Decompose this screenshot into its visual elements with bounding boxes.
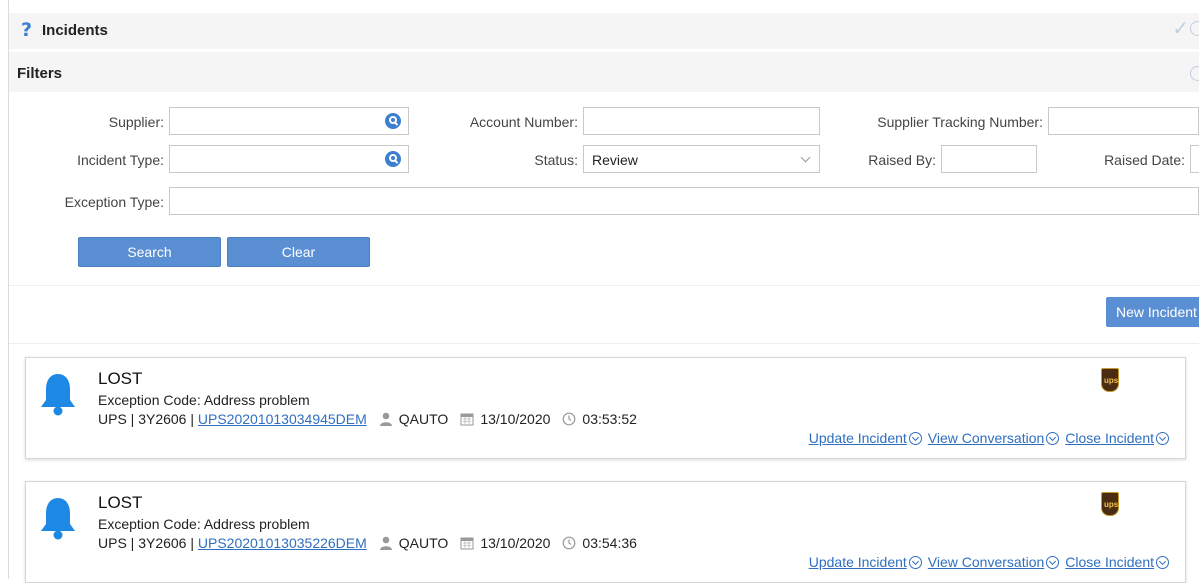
ups-logo-icon: ups [1101, 492, 1119, 516]
raised-date-input[interactable] [1190, 145, 1199, 173]
calendar-icon [460, 413, 474, 426]
exception-type-label: Exception Type: [64, 194, 164, 210]
raised-by-label: Raised By: [868, 152, 936, 168]
incident-time: 03:53:52 [582, 411, 637, 427]
search-button[interactable]: Search [78, 237, 221, 267]
divider [9, 343, 1199, 344]
new-incident-button[interactable]: New Incident [1106, 297, 1199, 327]
incident-meta: UPS | 3Y2606 | UPS20201013034945DEM QAUT… [98, 411, 637, 427]
divider [9, 285, 1199, 286]
incident-title: LOST [98, 369, 143, 388]
status-select[interactable]: Review [583, 145, 820, 173]
check-icon[interactable]: ✓ [1172, 19, 1189, 39]
clock-icon [563, 412, 576, 426]
incident-time: 03:54:36 [582, 535, 637, 551]
incident-type-input[interactable] [169, 145, 409, 173]
update-incident-link[interactable]: Update Incident [809, 554, 922, 570]
account-number-input[interactable] [583, 107, 820, 135]
incident-actions: Update Incident View Conversation Close In… [803, 554, 1169, 570]
incident-meta: UPS | 3Y2606 | UPS20201013035226DEM QAUT… [98, 535, 637, 551]
incident-carrier-info: UPS | 3Y2606 | [98, 411, 198, 427]
filters-header[interactable]: Filters [9, 52, 1199, 92]
raised-by-input[interactable] [941, 145, 1037, 173]
incident-user: QAUTO [398, 535, 449, 551]
incident-card: LOST Exception Code: Address problem UPS… [25, 357, 1186, 459]
clear-button[interactable]: Clear [227, 237, 370, 267]
update-incident-link[interactable]: Update Incident [809, 430, 922, 446]
chevron-circle-icon [908, 556, 922, 569]
supplier-tracking-label: Supplier Tracking Number: [877, 114, 1043, 130]
bell-icon [41, 374, 75, 416]
incident-type-label: Incident Type: [77, 152, 164, 168]
raised-date-label: Raised Date: [1104, 152, 1185, 168]
bell-icon [41, 498, 75, 540]
ups-logo-icon: ups [1101, 368, 1119, 392]
close-incident-link[interactable]: Close Incident [1065, 430, 1169, 446]
view-conversation-link[interactable]: View Conversation [928, 554, 1060, 570]
status-label: Status: [534, 152, 578, 168]
status-value: Review [592, 152, 638, 168]
close-incident-link[interactable]: Close Incident [1065, 554, 1169, 570]
incident-user: QAUTO [398, 411, 449, 427]
chevron-circle-icon [908, 432, 922, 445]
incidents-header: ? Incidents ✓ [9, 13, 1199, 49]
calendar-icon [460, 537, 474, 550]
chevron-circle-icon [1046, 432, 1060, 445]
tracking-link[interactable]: UPS20201013034945DEM [198, 411, 367, 427]
exception-code: Exception Code: Address problem [98, 516, 310, 532]
user-icon [379, 536, 392, 550]
incident-title: LOST [98, 493, 143, 512]
page-title: Incidents [42, 22, 108, 39]
incident-type-search-icon[interactable] [385, 151, 401, 167]
account-number-label: Account Number: [469, 114, 578, 130]
chevron-circle-icon [1046, 556, 1060, 569]
incident-date: 13/10/2020 [480, 535, 551, 551]
exception-code: Exception Code: Address problem [98, 392, 310, 408]
supplier-input[interactable] [169, 107, 409, 135]
chevron-down-icon [800, 152, 811, 163]
view-conversation-link[interactable]: View Conversation [928, 430, 1060, 446]
incident-card: LOST Exception Code: Address problem UPS… [25, 481, 1186, 583]
options-icon[interactable] [1190, 21, 1199, 36]
chevron-circle-icon [1156, 432, 1169, 445]
incident-actions: Update Incident View Conversation Close In… [803, 430, 1169, 446]
collapse-icon[interactable] [1190, 66, 1199, 81]
chevron-circle-icon [1156, 556, 1169, 569]
user-icon [379, 412, 392, 426]
incident-carrier-info: UPS | 3Y2606 | [98, 535, 198, 551]
tracking-link[interactable]: UPS20201013035226DEM [198, 535, 367, 551]
supplier-tracking-input[interactable] [1048, 107, 1199, 135]
clock-icon [563, 536, 576, 550]
help-icon[interactable]: ? [21, 20, 32, 40]
incident-date: 13/10/2020 [480, 411, 551, 427]
supplier-search-icon[interactable] [385, 113, 401, 129]
supplier-label: Supplier: [108, 114, 164, 130]
filters-title: Filters [17, 65, 63, 82]
exception-type-input[interactable] [169, 187, 1199, 215]
